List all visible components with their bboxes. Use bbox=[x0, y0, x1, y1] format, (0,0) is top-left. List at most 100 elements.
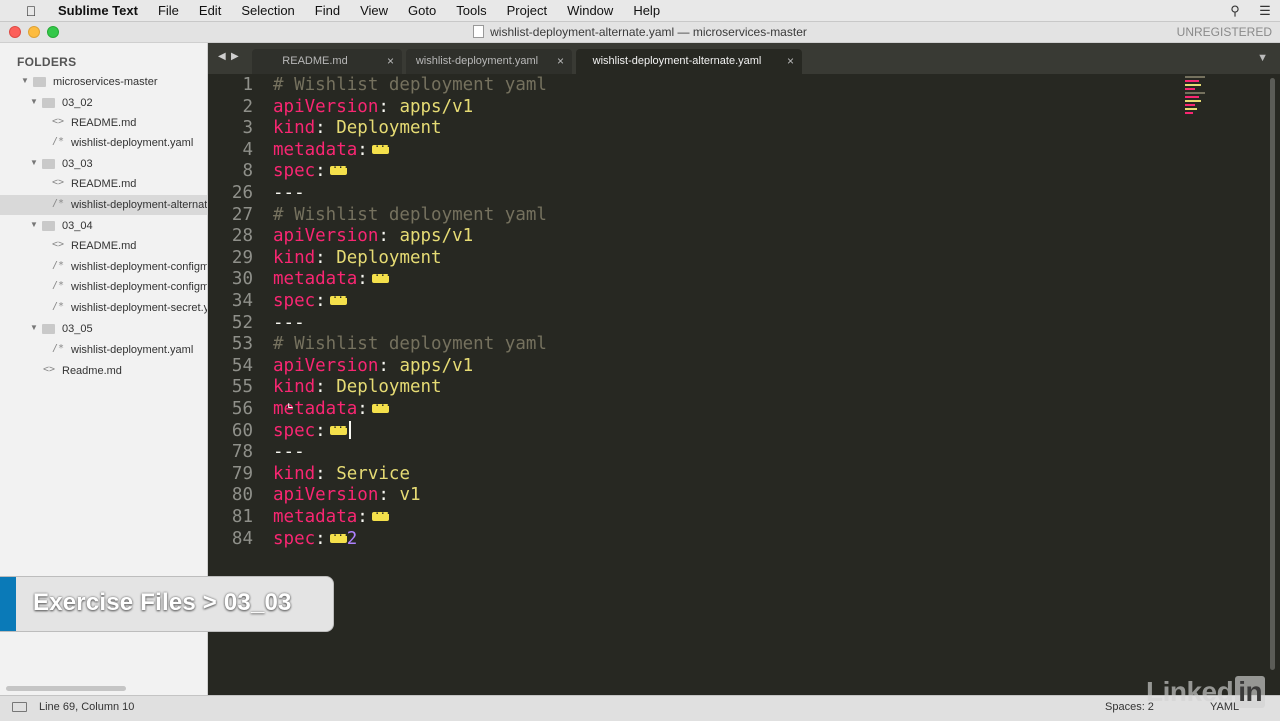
tree-file-wishlist-deployment-secret[interactable]: /* wishlist-deployment-secret.yaml bbox=[0, 298, 207, 318]
minimap[interactable] bbox=[1183, 74, 1213, 119]
editor-vertical-scrollbar[interactable] bbox=[1270, 78, 1275, 670]
line-content: kind: Deployment bbox=[273, 376, 442, 398]
unregistered-label: UNREGISTERED bbox=[1176, 25, 1272, 39]
menu-selection[interactable]: Selection bbox=[231, 3, 304, 18]
fold-marker-icon[interactable] bbox=[329, 417, 349, 439]
tree-item-label: 03_04 bbox=[62, 220, 93, 232]
tree-file-wishlist-deployment[interactable]: /* wishlist-deployment.yaml bbox=[0, 133, 207, 153]
tab-list-dropdown-icon[interactable]: ▼ bbox=[1257, 52, 1268, 64]
token-punc: : bbox=[315, 463, 337, 484]
fold-marker-icon[interactable] bbox=[371, 503, 391, 525]
disclosure-open-icon[interactable]: ▼ bbox=[21, 76, 29, 85]
token-comment: # Wishlist deployment yaml bbox=[273, 204, 547, 225]
token-punc: : bbox=[315, 377, 337, 398]
tab-wishlist-deployment[interactable]: wishlist-deployment.yaml × bbox=[406, 49, 572, 74]
menu-find[interactable]: Find bbox=[305, 3, 350, 18]
close-icon[interactable]: × bbox=[787, 54, 794, 68]
fold-marker-icon[interactable] bbox=[371, 136, 391, 158]
menu-help[interactable]: Help bbox=[623, 3, 670, 18]
sidebar-header: FOLDERS bbox=[17, 55, 77, 69]
menu-tools[interactable]: Tools bbox=[446, 3, 496, 18]
tree-file-wishlist-deployment[interactable]: /* wishlist-deployment.yaml bbox=[0, 340, 207, 360]
exercise-files-banner: Exercise Files > 03_03 bbox=[0, 576, 334, 632]
disclosure-open-icon[interactable]: ▼ bbox=[30, 97, 38, 106]
menu-file[interactable]: File bbox=[148, 3, 189, 18]
watermark-text: Linked bbox=[1146, 676, 1234, 707]
line-number: 28 bbox=[231, 226, 253, 247]
tree-item-label: 03_05 bbox=[62, 323, 93, 335]
spotlight-search-icon[interactable]: ⚲ bbox=[1220, 3, 1250, 19]
disclosure-open-icon[interactable]: ▼ bbox=[30, 323, 38, 332]
menu-view[interactable]: View bbox=[350, 3, 398, 18]
line-content: apiVersion: apps/v1 bbox=[273, 96, 473, 118]
tree-folder-03-05[interactable]: ▼ 03_05 bbox=[0, 319, 207, 339]
folder-icon bbox=[33, 77, 46, 87]
tab-forward-arrow-icon[interactable]: ▶ bbox=[231, 51, 239, 62]
disclosure-open-icon[interactable]: ▼ bbox=[30, 220, 38, 229]
fold-marker-icon[interactable] bbox=[329, 525, 349, 547]
tree-file-wishlist-deployment-configmap[interactable]: /* wishlist-deployment-configmap.yaml bbox=[0, 257, 207, 277]
tree-file-wishlist-deployment-configmap-env[interactable]: /* wishlist-deployment-configmap-env.yam… bbox=[0, 277, 207, 297]
menu-window[interactable]: Window bbox=[557, 3, 623, 18]
line-number: 34 bbox=[231, 291, 253, 311]
tab-label: wishlist-deployment.yaml bbox=[415, 55, 539, 67]
markup-file-icon: <> bbox=[52, 116, 65, 127]
menu-app-name[interactable]: Sublime Text bbox=[48, 3, 148, 18]
tree-folder-03-04[interactable]: ▼ 03_04 bbox=[0, 216, 207, 236]
token-key: spec bbox=[273, 291, 316, 311]
close-icon[interactable]: × bbox=[387, 54, 394, 68]
minimap-line bbox=[1185, 96, 1199, 98]
apple-icon[interactable]:  bbox=[20, 3, 42, 19]
menu-project[interactable]: Project bbox=[497, 3, 557, 18]
code-editor[interactable]: 1 # Wishlist deployment yaml 2 apiVersion: … bbox=[208, 74, 1280, 695]
line-number: 55 bbox=[231, 377, 253, 398]
line-number: 8 bbox=[242, 161, 253, 182]
tab-wishlist-deployment-alternate[interactable]: wishlist-deployment-alternate.yaml × bbox=[576, 49, 802, 74]
menu-edit[interactable]: Edit bbox=[189, 3, 231, 18]
token-key: apiVersion bbox=[273, 485, 379, 506]
tree-file-readme[interactable]: <> README.md bbox=[0, 174, 207, 194]
tab-label: wishlist-deployment-alternate.yaml bbox=[592, 55, 762, 67]
notification-center-icon[interactable]: ☰ bbox=[1250, 3, 1280, 19]
tab-readme[interactable]: README.md × bbox=[252, 49, 402, 74]
line-number: 3 bbox=[242, 118, 253, 139]
token-val: apps/v1 bbox=[399, 96, 474, 117]
line-number: 30 bbox=[231, 269, 253, 290]
token-val: Service bbox=[336, 463, 410, 484]
tree-file-wishlist-deployment-alternate[interactable]: /* wishlist-deployment-alternate.yaml bbox=[0, 195, 207, 215]
fold-marker-icon[interactable] bbox=[371, 265, 391, 287]
fold-marker-icon[interactable] bbox=[329, 287, 349, 309]
token-punc: : bbox=[315, 118, 337, 139]
tree-folder-03-02[interactable]: ▼ 03_02 bbox=[0, 93, 207, 113]
panel-toggle-icon[interactable] bbox=[12, 702, 27, 712]
token-key: kind bbox=[273, 463, 316, 484]
tree-folder-03-03[interactable]: ▼ 03_03 bbox=[0, 154, 207, 174]
tree-folder-microservices-master[interactable]: ▼ microservices-master bbox=[0, 72, 207, 92]
sidebar-horizontal-scrollbar[interactable] bbox=[6, 686, 126, 691]
tree-file-readme[interactable]: <> README.md bbox=[0, 236, 207, 256]
fold-marker-icon[interactable] bbox=[329, 157, 349, 179]
menu-goto[interactable]: Goto bbox=[398, 3, 446, 18]
minimap-line bbox=[1185, 108, 1197, 110]
disclosure-open-icon[interactable]: ▼ bbox=[30, 158, 38, 167]
token-punc: : bbox=[315, 420, 326, 441]
minimap-line bbox=[1185, 100, 1201, 102]
window-title-bar: wishlist-deployment-alternate.yaml — mic… bbox=[0, 22, 1280, 43]
line-content: # Wishlist deployment yaml bbox=[273, 333, 547, 355]
fold-marker-icon[interactable] bbox=[371, 395, 391, 417]
minimap-line bbox=[1185, 112, 1193, 114]
cursor-position: Line 69, Column 10 bbox=[39, 701, 135, 713]
tree-item-label: microservices-master bbox=[53, 76, 158, 88]
token-punc: : bbox=[315, 291, 326, 311]
token-punc: : bbox=[378, 226, 400, 247]
document-icon bbox=[473, 25, 485, 38]
tab-back-arrow-icon[interactable]: ◀ bbox=[218, 51, 226, 62]
text-caret bbox=[348, 420, 351, 439]
tree-file-readme-root[interactable]: <> Readme.md bbox=[0, 361, 207, 381]
close-icon[interactable]: × bbox=[557, 54, 564, 68]
token-punc: : bbox=[357, 399, 368, 419]
tree-item-label: wishlist-deployment-secret.yaml bbox=[71, 302, 207, 314]
folder-icon bbox=[42, 221, 55, 231]
token-comment: # Wishlist deployment yaml bbox=[273, 75, 547, 95]
tree-file-readme[interactable]: <> README.md bbox=[0, 113, 207, 133]
